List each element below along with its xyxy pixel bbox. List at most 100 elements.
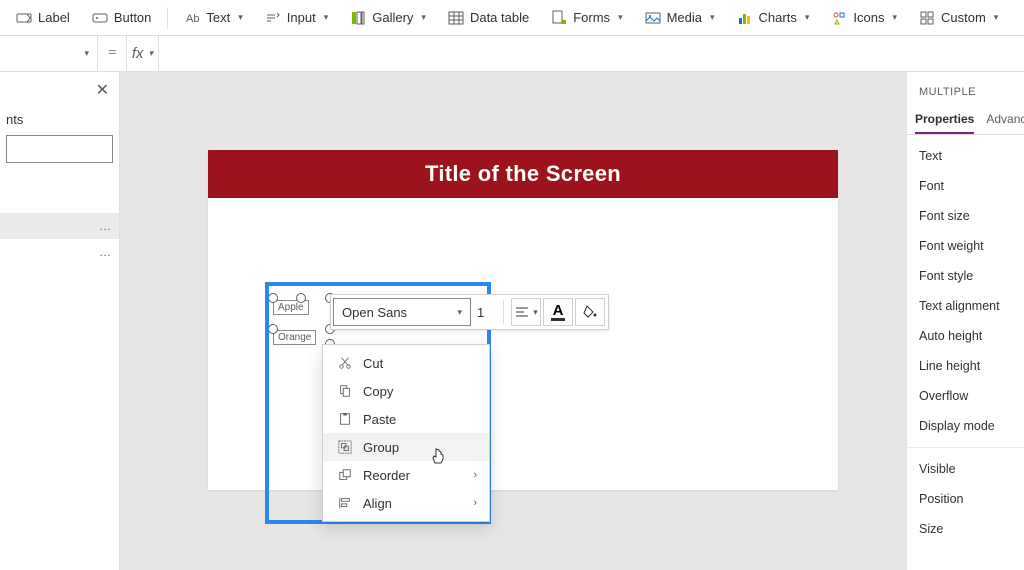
ribbon-label-text: Charts <box>759 10 797 25</box>
icons-icon <box>831 10 847 26</box>
align-icon <box>337 495 353 511</box>
ribbon-button[interactable]: Button <box>82 6 162 30</box>
font-color-button[interactable]: A <box>543 298 573 326</box>
property-row[interactable]: Overflow <box>907 381 1024 411</box>
font-family-value: Open Sans <box>342 305 407 320</box>
property-row[interactable]: Auto height <box>907 321 1024 351</box>
tree-item[interactable]: … <box>0 239 119 265</box>
chevron-down-icon: ▾ <box>149 48 154 59</box>
font-size-value[interactable]: 1 <box>477 305 497 320</box>
ribbon-separator <box>167 7 168 29</box>
property-row[interactable]: Display mode <box>907 411 1024 441</box>
ribbon-label-text: Media <box>667 10 702 25</box>
context-menu-align[interactable]: Align › <box>323 489 489 517</box>
screen-title-label[interactable]: Title of the Screen <box>208 150 838 198</box>
tab-advanced[interactable]: Advanc <box>986 104 1024 134</box>
ribbon-label-text: Icons <box>853 10 884 25</box>
resize-handle[interactable] <box>268 293 278 303</box>
ribbon-input[interactable]: Input ▾ <box>255 6 338 30</box>
ribbon-gallery[interactable]: Gallery ▾ <box>340 6 436 30</box>
text-align-button[interactable]: ▾ <box>511 298 541 326</box>
ribbon-label-text: Label <box>38 10 70 25</box>
button-icon <box>92 10 108 26</box>
property-row[interactable]: Font style <box>907 261 1024 291</box>
gallery-icon <box>350 10 366 26</box>
fill-color-button[interactable] <box>575 298 605 326</box>
ribbon-text[interactable]: Ab Text ▾ <box>174 6 252 30</box>
close-icon[interactable]: ✕ <box>96 80 109 100</box>
font-color-a-icon: A <box>551 303 566 321</box>
context-menu-label: Cut <box>363 356 383 371</box>
ribbon-icons[interactable]: Icons ▾ <box>821 6 907 30</box>
ribbon-label-text: Data table <box>470 10 529 25</box>
ribbon-charts[interactable]: Charts ▾ <box>727 6 820 30</box>
selected-label-text: Apple <box>278 302 304 313</box>
ribbon-data-table[interactable]: Data table <box>438 6 539 30</box>
chevron-down-icon: ▾ <box>457 307 462 318</box>
context-menu-label: Paste <box>363 412 396 427</box>
formula-property-selector[interactable]: ▾ <box>0 36 98 71</box>
context-menu-paste[interactable]: Paste <box>323 405 489 433</box>
data-table-icon <box>448 10 464 26</box>
context-menu-group[interactable]: Group <box>323 433 489 461</box>
resize-handle[interactable] <box>296 293 306 303</box>
properties-divider <box>907 447 1024 448</box>
chevron-down-icon: ▾ <box>84 48 89 59</box>
ribbon-forms[interactable]: Forms ▾ <box>541 6 632 30</box>
property-row[interactable]: Line height <box>907 351 1024 381</box>
canvas-area[interactable]: Title of the Screen Apple Orange Open Sa… <box>120 72 906 570</box>
chevron-down-icon: ▾ <box>421 12 426 23</box>
chevron-right-icon: › <box>473 497 477 509</box>
properties-tabs: Properties Advanc <box>907 104 1024 135</box>
forms-icon <box>551 10 567 26</box>
property-row[interactable]: Position <box>907 484 1024 514</box>
property-row[interactable]: Font weight <box>907 231 1024 261</box>
property-row[interactable]: Text alignment <box>907 291 1024 321</box>
insert-ribbon: Label Button Ab Text ▾ Input ▾ Gallery ▾… <box>0 0 1024 36</box>
ribbon-media[interactable]: Media ▾ <box>635 6 725 30</box>
context-menu-cut[interactable]: Cut <box>323 349 489 377</box>
property-row[interactable]: Size <box>907 514 1024 544</box>
properties-header: MULTIPLE <box>907 72 1024 104</box>
formula-fx-button[interactable]: fx ▾ <box>126 36 158 71</box>
svg-text:Ab: Ab <box>186 13 199 25</box>
property-row[interactable]: Visible <box>907 454 1024 484</box>
floating-format-toolbar: Open Sans ▾ 1 ▾ A <box>330 294 609 330</box>
chevron-down-icon: ▾ <box>994 12 999 23</box>
context-menu-label: Group <box>363 440 399 455</box>
media-icon <box>645 10 661 26</box>
selected-control-orange[interactable]: Orange <box>273 330 316 345</box>
group-icon <box>337 439 353 455</box>
formula-equals: = <box>98 45 126 62</box>
context-menu-label: Reorder <box>363 468 410 483</box>
tree-search-input[interactable] <box>6 135 113 163</box>
toolbar-separator <box>503 300 504 324</box>
property-row[interactable]: Font <box>907 171 1024 201</box>
properties-list: Text Font Font size Font weight Font sty… <box>907 135 1024 550</box>
input-icon <box>265 10 281 26</box>
tree-item[interactable]: … <box>0 213 119 239</box>
reorder-icon <box>337 467 353 483</box>
tree-view-panel: ✕ nts … … <box>0 72 120 570</box>
chevron-down-icon: ▾ <box>892 12 897 23</box>
ribbon-label-text: Input <box>287 10 316 25</box>
ribbon-label[interactable]: Label <box>6 6 80 30</box>
property-row[interactable]: Font size <box>907 201 1024 231</box>
chevron-down-icon: ▾ <box>805 12 810 23</box>
chevron-right-icon: › <box>473 469 477 481</box>
ribbon-label-text: Text <box>206 10 230 25</box>
font-family-dropdown[interactable]: Open Sans ▾ <box>333 298 471 326</box>
resize-handle[interactable] <box>268 324 278 334</box>
context-menu-label: Align <box>363 496 392 511</box>
tab-properties[interactable]: Properties <box>915 104 974 134</box>
context-menu-label: Copy <box>363 384 393 399</box>
formula-input[interactable] <box>158 36 1024 71</box>
ribbon-custom[interactable]: Custom ▾ <box>909 6 1008 30</box>
copy-icon <box>337 383 353 399</box>
custom-icon <box>919 10 935 26</box>
ribbon-label-text: Button <box>114 10 152 25</box>
context-menu-reorder[interactable]: Reorder › <box>323 461 489 489</box>
context-menu-copy[interactable]: Copy <box>323 377 489 405</box>
formula-bar: ▾ = fx ▾ <box>0 36 1024 72</box>
property-row[interactable]: Text <box>907 141 1024 171</box>
